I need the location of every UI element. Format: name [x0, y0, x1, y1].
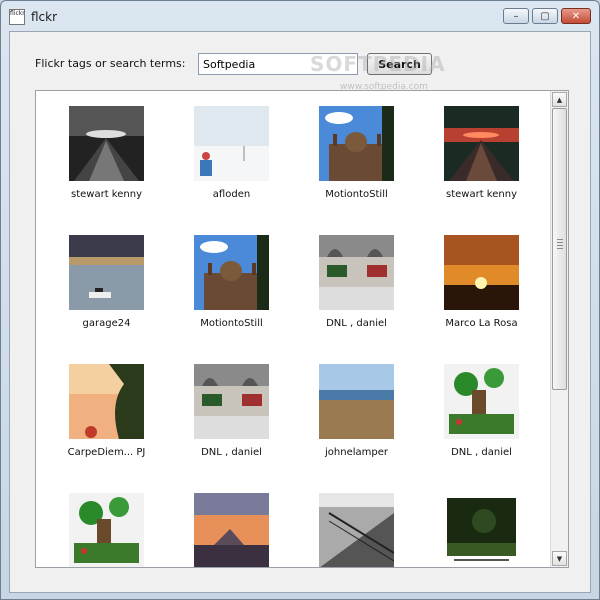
photo-image: [319, 106, 394, 181]
window-title: flckr: [31, 10, 58, 24]
close-button[interactable]: ✕: [561, 8, 591, 24]
photo-author: johnelamper: [325, 447, 388, 458]
photo-author: afloden: [212, 189, 251, 200]
photo-cell[interactable]: [169, 478, 298, 567]
photo-cell[interactable]: [419, 478, 548, 567]
photo-cell[interactable]: stewart kenny: [419, 91, 548, 220]
photo-image: [319, 493, 394, 567]
vertical-scrollbar[interactable]: ▲ ▼: [550, 91, 568, 567]
photo-cell[interactable]: [44, 478, 173, 567]
photo-thumbnail[interactable]: [319, 106, 394, 181]
app-window: flickr flckr – ▢ ✕ Flickr tags or search…: [0, 0, 600, 600]
photo-thumbnail[interactable]: [194, 106, 269, 181]
photo-thumbnail[interactable]: [444, 235, 519, 310]
photo-thumbnail[interactable]: [69, 364, 144, 439]
scroll-grip: [557, 239, 563, 249]
photo-cell[interactable]: MotiontoStill: [294, 91, 423, 220]
photo-author: DNL , daniel: [326, 318, 387, 329]
photo-image: [444, 493, 519, 567]
photo-cell[interactable]: johnelamper: [294, 349, 423, 478]
photo-gallery[interactable]: stewart kenny afloden MotiontoStill stewart…: [35, 90, 569, 568]
photo-image: [69, 493, 144, 567]
photo-thumbnail[interactable]: [319, 493, 394, 567]
photo-image: [194, 235, 269, 310]
photo-cell[interactable]: DNL , daniel: [294, 220, 423, 349]
photo-image: [444, 106, 519, 181]
client-area: Flickr tags or search terms: Search SOFT…: [9, 31, 591, 593]
photo-cell[interactable]: DNL , daniel: [419, 349, 548, 478]
photo-image: [69, 364, 144, 439]
watermark: SOFTPEDIA: [310, 52, 446, 76]
window-controls: – ▢ ✕: [503, 8, 591, 24]
photo-thumbnail[interactable]: [69, 106, 144, 181]
scroll-thumb[interactable]: [552, 108, 567, 390]
title-bar[interactable]: flickr flckr – ▢ ✕: [1, 1, 599, 35]
photo-cell[interactable]: MotiontoStill: [169, 220, 298, 349]
photo-thumbnail[interactable]: [69, 493, 144, 567]
photo-image: [444, 235, 519, 310]
photo-thumbnail[interactable]: [444, 364, 519, 439]
photo-image: [319, 235, 394, 310]
photo-thumbnail[interactable]: [69, 235, 144, 310]
photo-author: DNL , daniel: [201, 447, 262, 458]
photo-thumbnail[interactable]: [194, 364, 269, 439]
photo-thumbnail[interactable]: [319, 364, 394, 439]
photo-cell[interactable]: [294, 478, 423, 567]
photo-author: stewart kenny: [71, 189, 142, 200]
photo-author: DNL , daniel: [451, 447, 512, 458]
photo-cell[interactable]: stewart kenny: [44, 91, 173, 220]
photo-thumbnail[interactable]: [319, 235, 394, 310]
photo-author: garage24: [82, 318, 131, 329]
scroll-up-button[interactable]: ▲: [552, 92, 567, 107]
photo-image: [194, 106, 269, 181]
photo-author: CarpeDiem... PJ: [67, 447, 146, 458]
minimize-button[interactable]: –: [503, 8, 529, 24]
app-icon: flickr: [9, 9, 25, 25]
photo-author: stewart kenny: [446, 189, 517, 200]
photo-author: MotiontoStill: [325, 189, 388, 200]
scroll-down-button[interactable]: ▼: [552, 551, 567, 566]
photo-author: Marco La Rosa: [445, 318, 518, 329]
photo-cell[interactable]: Marco La Rosa: [419, 220, 548, 349]
photo-cell[interactable]: afloden: [169, 91, 298, 220]
photo-cell[interactable]: DNL , daniel: [169, 349, 298, 478]
photo-thumbnail[interactable]: [194, 493, 269, 567]
photo-cell[interactable]: CarpeDiem... PJ: [44, 349, 173, 478]
maximize-button[interactable]: ▢: [532, 8, 558, 24]
photo-author: MotiontoStill: [200, 318, 263, 329]
photo-thumbnail[interactable]: [194, 235, 269, 310]
photo-image: [194, 493, 269, 567]
photo-cell[interactable]: garage24: [44, 220, 173, 349]
search-label: Flickr tags or search terms:: [35, 57, 186, 70]
photo-image: [444, 364, 519, 439]
photo-image: [319, 364, 394, 439]
photo-image: [194, 364, 269, 439]
photo-image: [69, 235, 144, 310]
photo-thumbnail[interactable]: [444, 106, 519, 181]
photo-image: [69, 106, 144, 181]
photo-thumbnail[interactable]: [444, 493, 519, 567]
